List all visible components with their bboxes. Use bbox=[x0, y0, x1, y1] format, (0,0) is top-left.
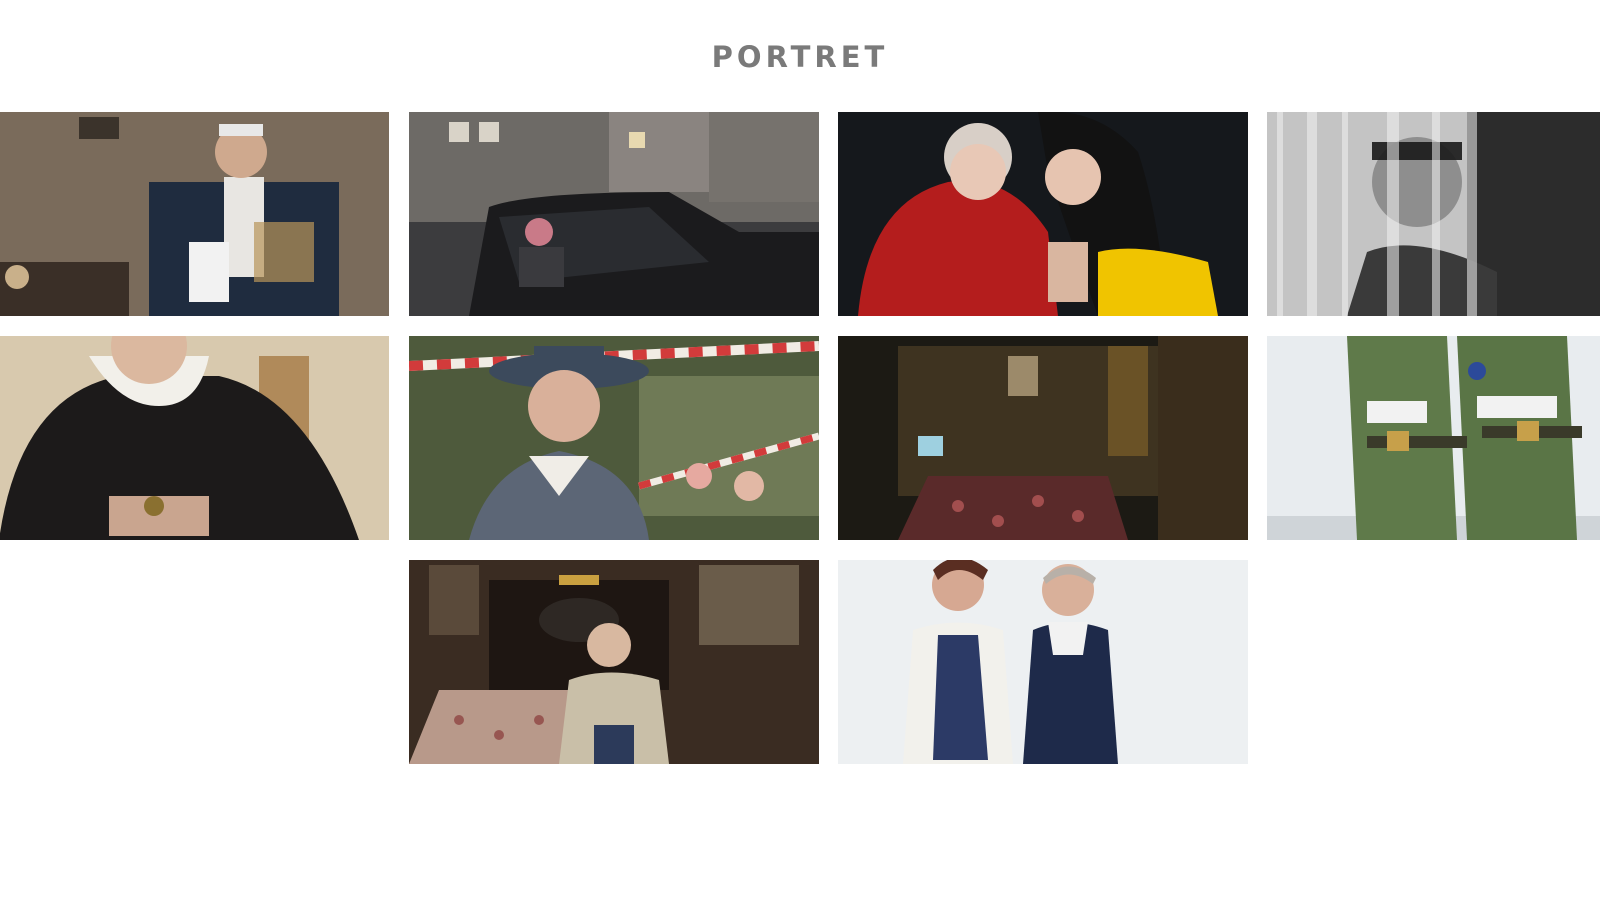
photo-tile-woman-hat[interactable] bbox=[409, 336, 819, 540]
photo-night-car-image bbox=[409, 112, 819, 316]
photo-tile-nun[interactable] bbox=[0, 336, 389, 540]
photo-tile-veteran[interactable] bbox=[0, 112, 389, 316]
photo-nun-image bbox=[0, 336, 389, 540]
photo-tile-two-women[interactable] bbox=[838, 112, 1248, 316]
photo-man-at-table-image bbox=[409, 560, 819, 764]
photo-tile-two-elderly-women[interactable] bbox=[838, 560, 1248, 764]
photo-two-elderly-women-image bbox=[838, 560, 1248, 764]
photo-tile-night-car[interactable] bbox=[409, 112, 819, 316]
photo-man-curtain-image bbox=[1267, 112, 1600, 316]
photo-tile-man-curtain[interactable] bbox=[1267, 112, 1600, 316]
photo-tile-dark-room[interactable] bbox=[838, 336, 1248, 540]
portrait-gallery-page: PORTRET bbox=[0, 0, 1600, 900]
photo-woman-hat-image bbox=[409, 336, 819, 540]
photo-two-women-image bbox=[838, 112, 1248, 316]
photo-tile-camouflage[interactable] bbox=[1267, 336, 1600, 540]
photo-grid bbox=[0, 0, 1600, 900]
photo-tile-man-at-table[interactable] bbox=[409, 560, 819, 764]
photo-camouflage-image bbox=[1267, 336, 1600, 540]
photo-dark-room-image bbox=[838, 336, 1248, 540]
photo-veteran-image bbox=[0, 112, 389, 316]
